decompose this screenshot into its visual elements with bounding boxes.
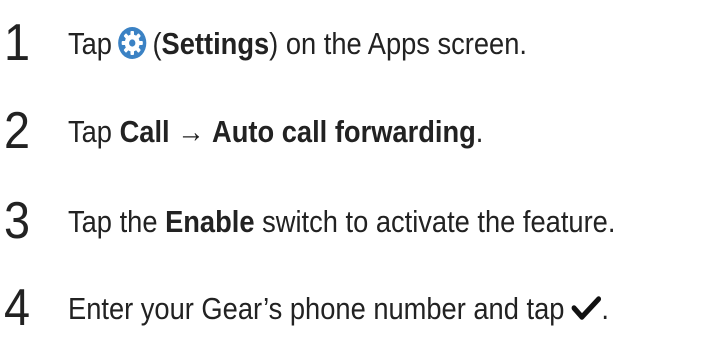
step-text-pre: Enter your Gear’s phone number and tap	[68, 290, 565, 326]
step-text-pre: Tap	[68, 113, 120, 149]
step-text-post: .	[601, 290, 609, 326]
step-2: 2 Tap Call → Auto call forwarding .	[0, 96, 719, 166]
settings-gear-icon	[117, 26, 147, 60]
checkmark-icon	[571, 295, 602, 321]
step-3: 3 Tap the Enable switch to activate the …	[0, 186, 719, 256]
step-number: 2	[4, 102, 30, 160]
step-number: 3	[4, 192, 30, 250]
arrow: →	[169, 113, 213, 149]
step-text-pre: Tap the	[68, 203, 166, 239]
enable-label: Enable	[165, 203, 255, 239]
step-text: Tap ( Settings ) on the Apps screen.	[68, 26, 527, 60]
step-text: Tap the Enable switch to activate the fe…	[68, 206, 615, 237]
step-4: 4 Enter your Gear’s phone number and tap…	[0, 273, 719, 343]
step-text: Tap Call → Auto call forwarding .	[68, 116, 483, 147]
settings-label: Settings	[161, 25, 270, 61]
call-label: Call	[119, 113, 170, 149]
step-number: 1	[4, 14, 30, 72]
step-text-post: ) on the Apps screen.	[269, 25, 527, 61]
step-text-post: switch to activate the feature.	[254, 203, 616, 239]
step-1: 1 Tap ( Settings ) on the Apps screen.	[0, 8, 719, 78]
step-text-pre: Tap	[68, 25, 112, 61]
step-text-post: .	[475, 113, 484, 149]
paren-open: (	[152, 25, 162, 61]
step-number: 4	[4, 279, 30, 337]
step-text: Enter your Gear’s phone number and tap .	[68, 293, 609, 324]
auto-call-forwarding-label: Auto call forwarding	[212, 113, 476, 149]
